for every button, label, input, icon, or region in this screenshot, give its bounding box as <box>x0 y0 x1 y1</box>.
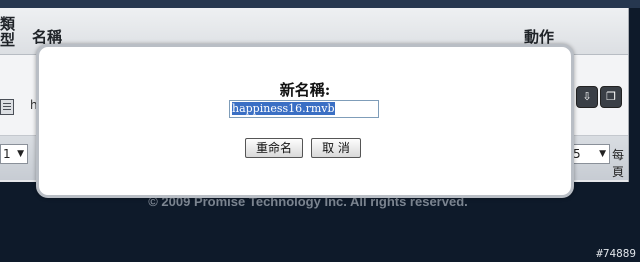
new-name-input[interactable]: happiness16.rmvb <box>229 100 379 118</box>
watermark-text: #74889 <box>596 247 636 260</box>
new-name-input-value: happiness16.rmvb <box>232 102 335 115</box>
copy-icon[interactable]: ❐ <box>600 86 622 108</box>
rename-dialog: 新名稱: happiness16.rmvb 重命名 取 消 <box>36 44 574 198</box>
download-icon[interactable]: ⇩ <box>576 86 598 108</box>
per-page-select[interactable]: 5 ▼ <box>570 144 610 164</box>
dialog-title: 新名稱: <box>279 81 331 99</box>
page-select-value: 1 <box>3 147 11 161</box>
page-select[interactable]: 1 ▼ <box>0 144 28 164</box>
file-icon <box>0 99 14 115</box>
column-header-type: 類型 <box>0 15 16 49</box>
per-page-select-value: 5 <box>573 147 581 161</box>
chevron-down-icon: ▼ <box>17 149 24 159</box>
cancel-button[interactable]: 取 消 <box>311 138 361 158</box>
chevron-down-icon: ▼ <box>599 149 606 159</box>
top-bar <box>0 0 640 8</box>
per-page-label: 每頁 <box>612 148 625 179</box>
rename-button[interactable]: 重命名 <box>245 138 303 158</box>
